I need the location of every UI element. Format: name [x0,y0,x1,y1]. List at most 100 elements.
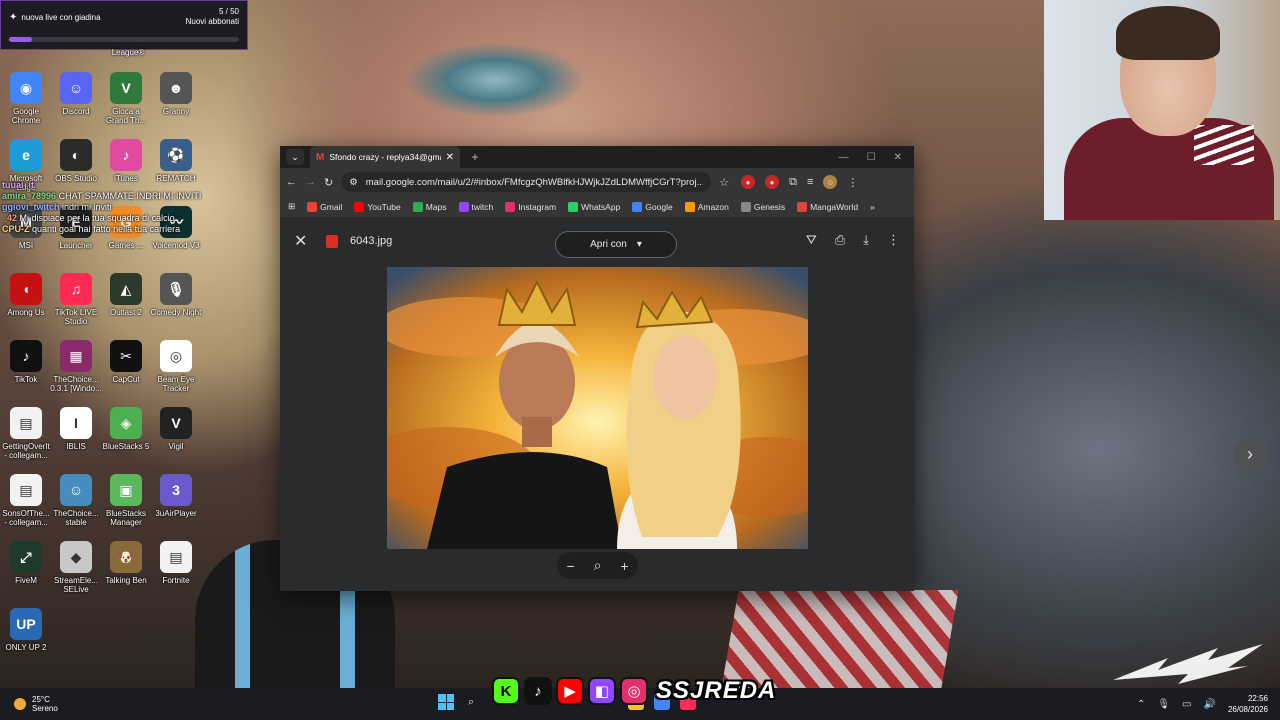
desktop-icon[interactable]: ♪ iTunes [100,139,152,183]
amazon-icon [684,201,695,212]
bookmark-maps[interactable]: Maps [412,201,447,212]
gmail-icon: M [316,151,325,163]
desktop-icon[interactable]: V Vigil [150,407,202,451]
bookmark-youtube[interactable]: YouTube [354,201,401,212]
address-bar[interactable]: ⚙ mail.google.com/mail/u/2/#inbox/FMfcgz… [341,172,712,192]
close-viewer-icon[interactable]: ✕ [294,231,314,251]
fivem-icon: ⤢ [10,541,42,573]
bookmark-amazon[interactable]: Amazon [684,201,729,212]
zoom-reset-icon[interactable]: ⌕ [594,557,602,574]
desktop-icon-label: Granny [162,107,190,116]
print-icon[interactable]: ⎙ [835,232,845,248]
desktop-icon[interactable]: ◖ Among Us [0,273,52,317]
winrar-icon: ▦ [60,340,92,372]
bookmark-twitch[interactable]: twitch [458,201,493,212]
desktop-icon-label: IBLIS [66,442,86,451]
search-icon[interactable]: ⌕ [468,696,474,709]
sun-icon [14,698,26,710]
back-button[interactable]: ← [286,176,297,188]
microphone-icon[interactable]: 🎙 [1157,699,1170,710]
desktop-icon[interactable]: ☺ Discord [50,72,102,116]
menu-kebab-icon[interactable]: ⋮ [847,176,858,189]
desktop-icon[interactable]: ♪ TikTok [0,340,52,384]
more-bookmarks-icon[interactable]: » [870,202,875,212]
bookmark-star-icon[interactable]: ☆ [719,176,729,189]
apps-grid-icon[interactable]: ⊞ [288,201,295,212]
tiktok-icon: ♪ [10,340,42,372]
genesis-icon [740,201,751,212]
desktop-icon[interactable]: ⚽ REMATCH [150,139,202,183]
desktop-icon[interactable]: ⤢ FiveM [0,541,52,585]
desktop-icon[interactable]: ✂ CapCut [100,340,152,384]
more-options-icon[interactable]: ⋮ [887,232,900,248]
desktop-icon[interactable]: ◈ BlueStacks 5 [100,407,152,451]
extensions-area: ● ● ⧉ ≡ ☺ ⋮ [741,175,858,189]
close-tab-icon[interactable]: ✕ [446,152,454,163]
twitch-social-icon: ◧ [588,677,616,705]
bookmark-genesis[interactable]: Genesis [740,201,785,212]
network-icon[interactable]: ▭ [1182,699,1191,710]
extensions-puzzle-icon[interactable]: ⧉ [789,176,797,189]
desktop-icon[interactable]: 🎙 Comedy Night [150,273,202,317]
profile-avatar[interactable]: ☺ [823,175,838,189]
volume-icon[interactable]: 🔊 [1204,699,1216,710]
ssj-logo [1113,644,1263,684]
desktop-icon[interactable]: UP ONLY UP 2 [0,608,52,652]
itunes-icon: ♪ [110,139,142,171]
bookmark-whatsapp[interactable]: WhatsApp [568,201,620,212]
desktop-icon[interactable]: ◉ Google Chrome [0,72,52,125]
maximize-button[interactable]: ☐ [867,152,876,163]
open-with-button[interactable]: Apri con ▾ [555,231,677,258]
desktop-icon[interactable]: ▤ SonsOfThe... - collegam... [0,474,52,527]
desktop-icon-label: SonsOfThe... - collegam... [2,509,50,527]
add-to-drive-icon[interactable]: ⛛ [806,232,817,248]
zoom-out-icon[interactable]: − [566,558,574,574]
extension-icon-2[interactable]: ● [765,175,780,189]
desktop-icon[interactable]: I IBLIS [50,407,102,451]
desktop-icon[interactable]: ◎ Beam Eye Tracker [150,340,202,393]
zoom-in-icon[interactable]: + [620,558,628,574]
next-attachment-button[interactable]: › [1233,437,1267,471]
desktop-icon[interactable]: 3 3uAirPlayer [150,474,202,518]
minimize-button[interactable]: — [839,152,849,163]
desktop-icon[interactable]: ◭ Outlast 2 [100,273,152,317]
chat-message: amira_78996 CHAT SPAMMATE INDRI MI INVIT… [2,191,242,202]
desktop-icon-label: Discord [62,107,90,116]
bookmark-instagram[interactable]: Instagram [505,201,556,212]
new-tab-button[interactable]: + [466,150,484,164]
clock[interactable]: 22:56 26/08/2026 [1228,693,1268,715]
capcut-icon: ✂ [110,340,142,372]
site-info-icon[interactable]: ⚙ [349,177,358,188]
weather-widget[interactable]: 25°C Sereno [0,695,120,713]
windows-start-icon[interactable] [438,694,454,710]
chat-username: ggiovi_twitch [2,202,60,212]
desktop-icon[interactable]: ▣ BlueStacks Manager [100,474,152,527]
desktop-icon[interactable]: ▤ GettingOverIt - collegam... [0,407,52,460]
close-window-button[interactable]: ✕ [894,152,902,163]
tab-search-button[interactable]: ⌄ [286,149,304,165]
desktop-icon[interactable]: ☺ TheChoice... stable [50,474,102,527]
media-control-icon[interactable]: ≡ [807,176,813,188]
godot-icon: ☺ [60,474,92,506]
desktop-icon[interactable]: ◆ StreamEle... SELive [50,541,102,594]
bookmark-mangaworld[interactable]: MangaWorld [797,201,858,212]
url-text: mail.google.com/mail/u/2/#inbox/FMfcgzQh… [365,176,704,188]
desktop-icon-label: BlueStacks 5 [102,442,150,451]
chat-message: CPU-Z quanti goal hai fatto nella tua ca… [2,224,242,235]
desktop-icon[interactable]: ♫ TikTok LIVE Studio [50,273,102,326]
forward-button[interactable]: → [305,176,316,188]
desktop-icon[interactable]: ▦ TheChoice... 0.3.1 [Windo... [50,340,102,393]
desktop-icon[interactable]: V Gioca a Grand Th... [100,72,152,125]
tab-gmail[interactable]: M Sfondo crazy - replya34@gmail.com ✕ [310,146,460,168]
desktop-icon[interactable]: 🐶 Talking Ben [100,541,152,585]
reload-button[interactable]: ↻ [324,176,333,189]
bookmark-gmail[interactable]: Gmail [307,201,342,212]
download-icon[interactable]: ⤓ [863,232,869,248]
extension-icon-1[interactable]: ● [741,175,756,189]
desktop-icon[interactable]: ☻ Granny [150,72,202,116]
bookmark-google[interactable]: Google [632,201,673,212]
mangaworld-icon [797,201,808,212]
desktop-icon[interactable]: ◐ OBS Studio [50,139,102,183]
show-hidden-icons[interactable]: ⌃ [1137,699,1145,710]
desktop-icon[interactable]: ▤ Fortnite [150,541,202,585]
